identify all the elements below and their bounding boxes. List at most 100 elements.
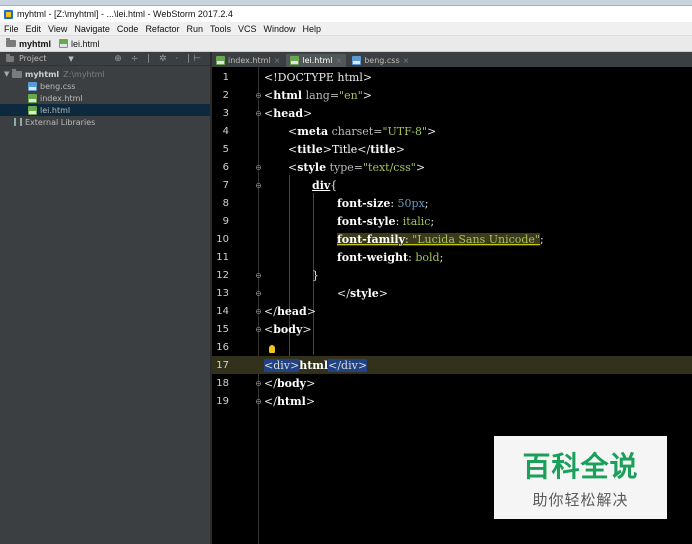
fold-icon[interactable]: ⊖ <box>254 325 263 334</box>
code-line: 8 font-size: 50px; <box>212 194 692 212</box>
editor-tabs: index.html × lei.html × beng.css × <box>212 52 692 67</box>
code-line: 7 ⊖ div{ <box>212 176 692 194</box>
css-value: bold <box>415 250 440 264</box>
attr-name: type= <box>329 160 363 174</box>
menu-window[interactable]: Window <box>264 24 296 34</box>
code-line: 13 ⊖ </style> <box>212 284 692 302</box>
code-text: </style> <box>337 286 388 300</box>
code-line: 15 ⊖ <body> <box>212 320 692 338</box>
code-line: 4 <meta charset="UTF-8"> <box>212 122 692 140</box>
code-line: 10 font-family: "Lucida Sans Unicode"; <box>212 230 692 248</box>
project-tree: ▼ myhtml Z:\myhtml beng.css index.html l… <box>0 66 210 128</box>
line-number: 13 <box>216 287 229 299</box>
project-toolbar-icons[interactable]: ⊕ ÷ | ✲ · |⊢ <box>114 54 204 64</box>
line-number: 4 <box>222 125 229 137</box>
code-text: <style type="text/css"> <box>288 160 426 174</box>
code-text: </body> <box>264 376 316 390</box>
breadcrumb-project[interactable]: myhtml <box>6 38 51 49</box>
menu-run[interactable]: Run <box>186 24 203 34</box>
code-line: 14 ⊖ </head> <box>212 302 692 320</box>
code-text: div{ <box>312 178 338 192</box>
tree-item-index-html[interactable]: index.html <box>0 92 210 104</box>
code-text: <html lang="en"> <box>264 88 372 102</box>
watermark: 百科全说 助你轻松解决 <box>494 436 667 519</box>
tab-beng-css[interactable]: beng.css × <box>348 54 413 67</box>
code-text: font-size: 50px; <box>337 196 429 210</box>
attr-value: "text/css" <box>362 160 416 174</box>
menu-edit[interactable]: Edit <box>26 24 42 34</box>
code-line: 6 ⊖ <style type="text/css"> <box>212 158 692 176</box>
code-text: <!DOCTYPE html> <box>264 71 372 84</box>
line-number: 18 <box>216 377 229 389</box>
watermark-subtitle: 助你轻松解决 <box>532 491 629 509</box>
line-number: 8 <box>222 197 229 209</box>
css-selector: div <box>312 178 331 192</box>
code-line: 18 ⊖ </body> <box>212 374 692 392</box>
project-view-icon <box>6 53 14 62</box>
css-value: 50px <box>397 196 425 210</box>
tree-item-beng-css[interactable]: beng.css <box>0 80 210 92</box>
code-line: 1 <!DOCTYPE html> <box>212 68 692 86</box>
code-text: } <box>312 268 319 282</box>
tab-lei-html[interactable]: lei.html × <box>286 54 347 67</box>
fold-icon[interactable]: ⊖ <box>254 379 263 388</box>
css-file-icon <box>28 81 37 91</box>
fold-icon[interactable]: ⊖ <box>254 181 263 190</box>
menu-view[interactable]: View <box>48 24 67 34</box>
tree-item-myhtml[interactable]: ▼ myhtml Z:\myhtml <box>0 68 210 80</box>
code-text: font-style: italic; <box>337 214 435 228</box>
tree-item-path: Z:\myhtml <box>63 69 105 79</box>
line-number: 7 <box>222 179 229 191</box>
code-text: <title>Title</title> <box>288 142 405 156</box>
library-icon <box>14 118 22 126</box>
tree-item-label: myhtml <box>25 69 60 79</box>
breadcrumb: myhtml lei.html <box>0 36 692 52</box>
project-panel: Project ▼ ⊕ ÷ | ✲ · |⊢ ▼ myhtml Z:\myhtm… <box>0 52 210 544</box>
line-number: 5 <box>222 143 229 155</box>
line-number: 19 <box>216 395 229 407</box>
watermark-title: 百科全说 <box>522 450 639 483</box>
breadcrumb-file[interactable]: lei.html <box>59 39 100 49</box>
menu-bar: File Edit View Navigate Code Refactor Ru… <box>0 22 692 36</box>
project-view-selector[interactable]: Project <box>19 54 46 63</box>
tree-item-lei-html[interactable]: lei.html <box>0 104 210 116</box>
attr-name: lang= <box>305 88 340 102</box>
line-number: 2 <box>222 89 229 101</box>
close-icon[interactable]: × <box>403 56 410 65</box>
project-header: Project ▼ ⊕ ÷ | ✲ · |⊢ <box>0 52 210 66</box>
menu-tools[interactable]: Tools <box>210 24 231 34</box>
line-number: 15 <box>216 323 229 335</box>
chevron-down-icon[interactable]: ▼ <box>68 55 73 63</box>
code-line: 3 ⊖ <head> <box>212 104 692 122</box>
menu-navigate[interactable]: Navigate <box>74 24 110 34</box>
css-value: italic <box>402 214 431 228</box>
css-property: font-family <box>337 232 405 246</box>
html-file-icon <box>28 93 37 103</box>
fold-icon[interactable]: ⊖ <box>254 307 263 316</box>
tab-label: beng.css <box>364 56 400 65</box>
close-icon[interactable]: × <box>274 56 281 65</box>
menu-vcs[interactable]: VCS <box>238 24 257 34</box>
code-line: 19 ⊖ </html> <box>212 392 692 410</box>
close-icon[interactable]: × <box>336 56 343 65</box>
fold-icon[interactable]: ⊖ <box>254 91 263 100</box>
tree-item-external-libraries[interactable]: External Libraries <box>0 116 210 128</box>
menu-refactor[interactable]: Refactor <box>145 24 179 34</box>
folder-icon <box>12 68 22 78</box>
code-text: <meta charset="UTF-8"> <box>288 124 437 138</box>
title-text: Title <box>331 142 358 156</box>
menu-code[interactable]: Code <box>117 24 139 34</box>
expand-arrow-icon[interactable]: ▼ <box>4 70 12 78</box>
line-number: 3 <box>222 107 229 119</box>
menu-file[interactable]: File <box>4 24 19 34</box>
fold-icon[interactable]: ⊖ <box>254 289 263 298</box>
fold-icon[interactable]: ⊖ <box>254 271 263 280</box>
menu-help[interactable]: Help <box>303 24 322 34</box>
code-line: 9 font-style: italic; <box>212 212 692 230</box>
fold-icon[interactable]: ⊖ <box>254 397 263 406</box>
code-line: 11 font-weight: bold; <box>212 248 692 266</box>
fold-icon[interactable]: ⊖ <box>254 109 263 118</box>
tree-item-label: lei.html <box>40 105 71 115</box>
tab-index-html[interactable]: index.html × <box>212 54 284 67</box>
fold-icon[interactable]: ⊖ <box>254 163 263 172</box>
